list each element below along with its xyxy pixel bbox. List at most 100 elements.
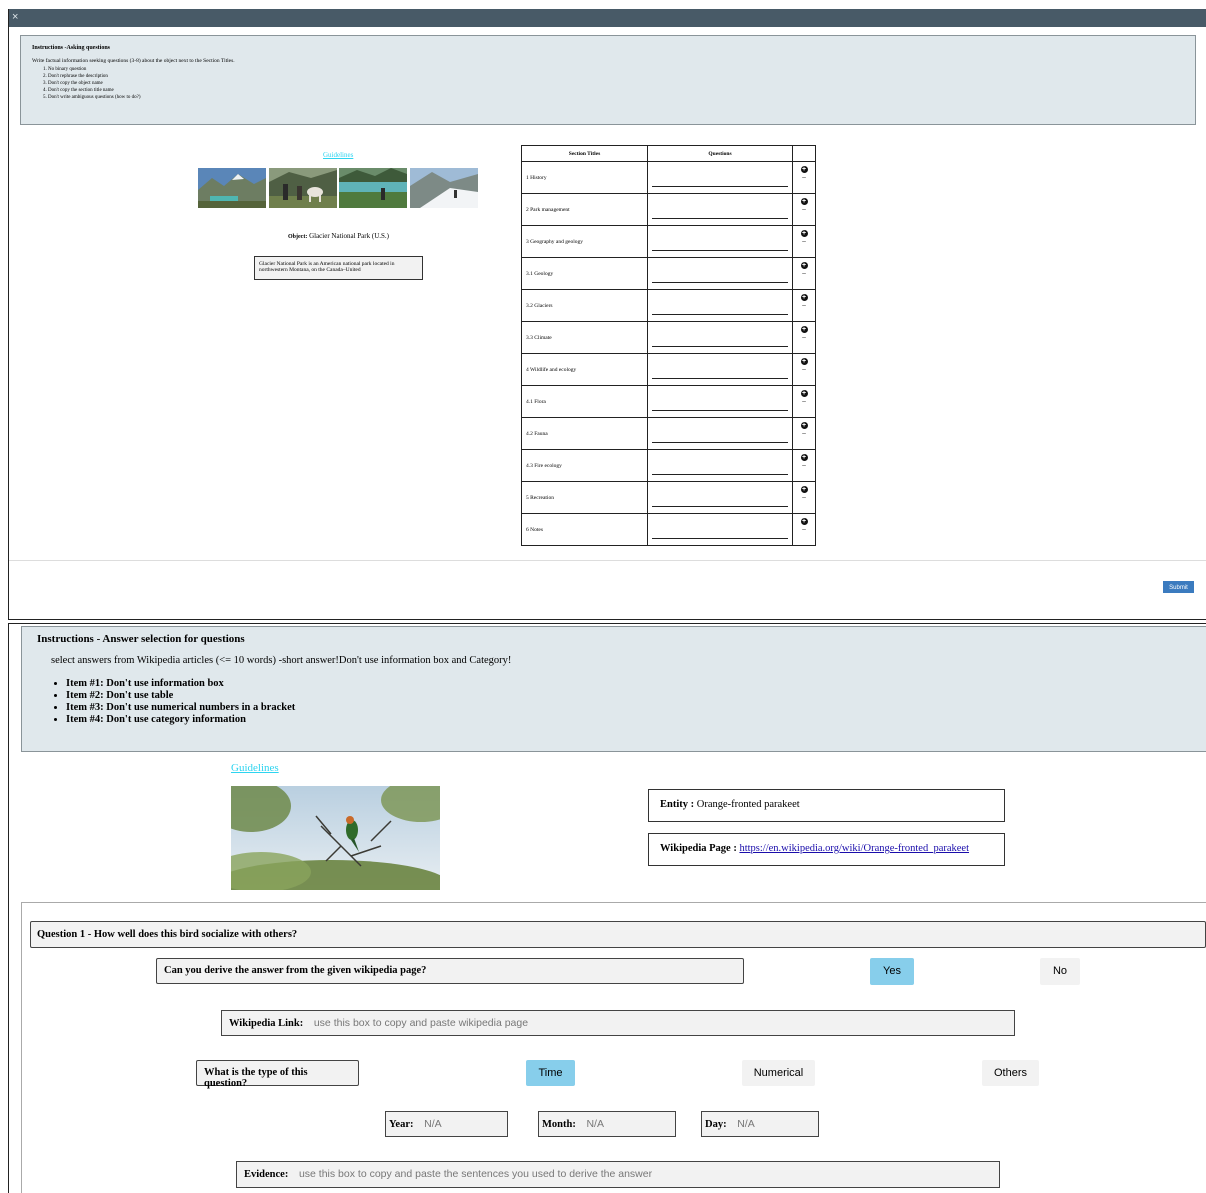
- answer-rules-list: Item #1: Don't use information box Item …: [42, 678, 295, 726]
- question-input[interactable]: [652, 337, 788, 347]
- submit-button[interactable]: Submit: [1163, 581, 1194, 593]
- top-titlebar: [9, 9, 1206, 27]
- question-input[interactable]: [652, 177, 788, 187]
- park-photo-4: [410, 168, 478, 208]
- day-value: N/A: [737, 1118, 755, 1130]
- section-title-cell: 4.3 Fire ecology: [521, 449, 648, 482]
- row-controls: + −: [792, 513, 816, 546]
- row-controls: + −: [792, 193, 816, 226]
- month-field[interactable]: Month: N/A: [538, 1111, 676, 1137]
- close-icon[interactable]: ×: [12, 9, 18, 25]
- remove-question-icon[interactable]: −: [793, 270, 815, 278]
- question-input[interactable]: [652, 465, 788, 475]
- asking-instructions-description: Write factual information seeking questi…: [32, 58, 235, 64]
- table-row: 4.1 Flora + −: [521, 385, 816, 418]
- answer-rule: Item #1: Don't use information box: [66, 678, 295, 690]
- table-row: 6 Notes + −: [521, 513, 816, 546]
- remove-question-icon[interactable]: −: [793, 462, 815, 470]
- evidence-label: Evidence:: [244, 1169, 289, 1180]
- wikipedia-page-link[interactable]: https://en.wikipedia.org/wiki/Orange-fro…: [739, 843, 969, 854]
- add-question-icon[interactable]: +: [800, 454, 808, 461]
- row-controls: + −: [792, 449, 816, 482]
- park-photo-3: [339, 168, 407, 208]
- section-title-cell: 6 Notes: [521, 513, 648, 546]
- year-field[interactable]: Year: N/A: [385, 1111, 508, 1137]
- guidelines-link-bottom[interactable]: Guidelines: [231, 762, 279, 774]
- remove-question-icon[interactable]: −: [793, 526, 815, 534]
- question-cell: [647, 513, 793, 546]
- question-input[interactable]: [652, 497, 788, 507]
- derive-prompt: Can you derive the answer from the given…: [156, 958, 744, 984]
- asking-rule: Don't copy the object name: [48, 81, 141, 88]
- row-controls: + −: [792, 481, 816, 514]
- question-input[interactable]: [652, 273, 788, 283]
- remove-question-icon[interactable]: −: [793, 398, 815, 406]
- add-question-icon[interactable]: +: [800, 518, 808, 525]
- row-controls: + −: [792, 321, 816, 354]
- day-field[interactable]: Day: N/A: [701, 1111, 819, 1137]
- questions-header: Questions: [647, 145, 793, 162]
- remove-question-icon[interactable]: −: [793, 430, 815, 438]
- answer-rule: Item #3: Don't use numerical numbers in …: [66, 702, 295, 714]
- object-label: Object:: [288, 234, 308, 240]
- remove-question-icon[interactable]: −: [793, 174, 815, 182]
- remove-question-icon[interactable]: −: [793, 238, 815, 246]
- question-input[interactable]: [652, 209, 788, 219]
- question-input[interactable]: [652, 433, 788, 443]
- add-question-icon[interactable]: +: [800, 422, 808, 429]
- add-question-icon[interactable]: +: [800, 230, 808, 237]
- remove-question-icon[interactable]: −: [793, 206, 815, 214]
- remove-question-icon[interactable]: −: [793, 302, 815, 310]
- type-others-button[interactable]: Others: [982, 1060, 1039, 1086]
- question-cell: [647, 417, 793, 450]
- section-title-cell: 4 Wildlife and ecology: [521, 353, 648, 386]
- remove-question-icon[interactable]: −: [793, 334, 815, 342]
- type-time-button[interactable]: Time: [526, 1060, 575, 1086]
- row-controls: + −: [792, 417, 816, 450]
- add-question-icon[interactable]: +: [800, 294, 808, 301]
- guidelines-link-top[interactable]: Guidelines: [323, 151, 353, 159]
- wikipedia-page-label: Wikipedia Page :: [660, 843, 737, 854]
- question-cell: [647, 289, 793, 322]
- remove-question-icon[interactable]: −: [793, 366, 815, 374]
- evidence-field[interactable]: Evidence: use this box to copy and paste…: [236, 1161, 1000, 1188]
- section-title-cell: 4.1 Flora: [521, 385, 648, 418]
- question-cell: [647, 449, 793, 482]
- add-question-icon[interactable]: +: [800, 166, 808, 173]
- remove-question-icon[interactable]: −: [793, 494, 815, 502]
- asking-instructions-title: Instructions -Asking questions: [32, 45, 111, 51]
- section-title-cell: 4.2 Fauna: [521, 417, 648, 450]
- yes-button[interactable]: Yes: [870, 958, 914, 985]
- question-input[interactable]: [652, 241, 788, 251]
- question-cell: [647, 353, 793, 386]
- wikipedia-link-field[interactable]: Wikipedia Link: use this box to copy and…: [221, 1010, 1015, 1036]
- question-input[interactable]: [652, 401, 788, 411]
- add-question-icon[interactable]: +: [800, 390, 808, 397]
- asking-rules-list: No binary question Don't rephrase the de…: [32, 67, 141, 102]
- section-questions-table: Section Titles Questions 1 History + − 2 …: [521, 145, 816, 546]
- question-cell: [647, 257, 793, 290]
- table-row: 3 Geography and geology + −: [521, 225, 816, 258]
- type-numerical-button[interactable]: Numerical: [742, 1060, 815, 1086]
- table-row: 4.2 Fauna + −: [521, 417, 816, 450]
- add-question-icon[interactable]: +: [800, 486, 808, 493]
- question-input[interactable]: [652, 529, 788, 539]
- table-row: 2 Park management + −: [521, 193, 816, 226]
- section-titles-header: Section Titles: [521, 145, 648, 162]
- no-button[interactable]: No: [1040, 958, 1080, 985]
- evidence-placeholder: use this box to copy and paste the sente…: [298, 1168, 653, 1180]
- row-controls: + −: [792, 385, 816, 418]
- question-input[interactable]: [652, 305, 788, 315]
- add-question-icon[interactable]: +: [800, 358, 808, 365]
- table-row: 3.1 Geology + −: [521, 257, 816, 290]
- add-question-icon[interactable]: +: [800, 198, 808, 205]
- add-question-icon[interactable]: +: [800, 262, 808, 269]
- row-controls: + −: [792, 289, 816, 322]
- row-controls: + −: [792, 353, 816, 386]
- answer-instructions-panel: Instructions - Answer selection for ques…: [21, 626, 1206, 752]
- add-question-icon[interactable]: +: [800, 326, 808, 333]
- table-row: 4.3 Fire ecology + −: [521, 449, 816, 482]
- question-input[interactable]: [652, 369, 788, 379]
- answer-instructions-title: Instructions - Answer selection for ques…: [37, 633, 245, 645]
- park-photo-2: [269, 168, 337, 208]
